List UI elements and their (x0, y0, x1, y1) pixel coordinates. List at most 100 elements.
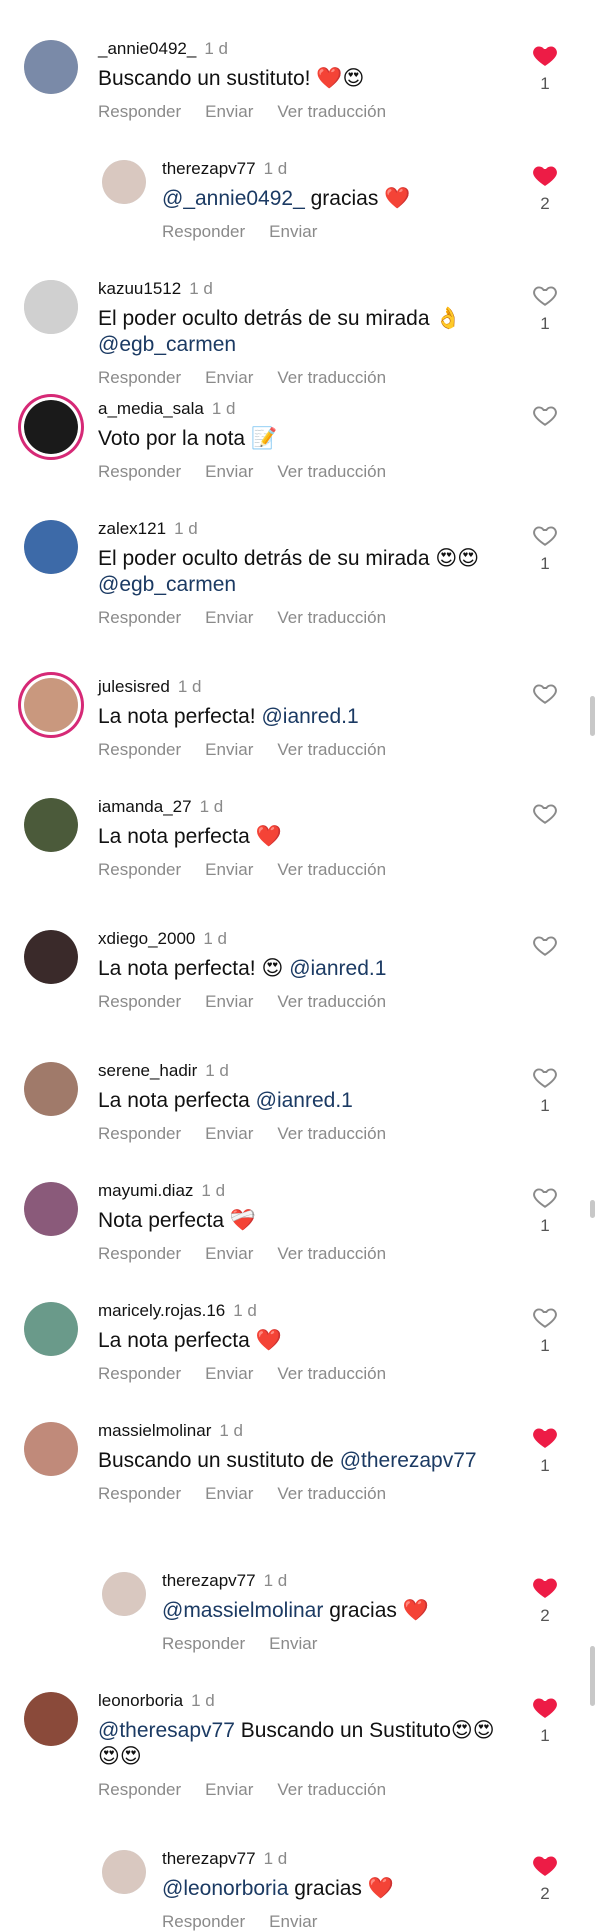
translate-button[interactable]: Ver traducción (277, 1124, 386, 1143)
reply-button[interactable]: Responder (98, 1484, 181, 1503)
send-button[interactable]: Enviar (205, 368, 253, 387)
avatar[interactable] (24, 400, 78, 454)
username[interactable]: maricely.rojas.16 (98, 1301, 225, 1320)
like-button[interactable] (527, 680, 563, 706)
username[interactable]: therezapv77 (162, 159, 256, 178)
mention-link[interactable]: @theresapv77 (98, 1719, 235, 1742)
mention-link[interactable]: @ianred.1 (289, 957, 386, 980)
send-button[interactable]: Enviar (205, 1364, 253, 1383)
mention-link[interactable]: @massielmolinar (162, 1599, 323, 1622)
translate-button[interactable]: Ver traducción (277, 1484, 386, 1503)
mention-link[interactable]: @ianred.1 (261, 705, 358, 728)
reply-button[interactable]: Responder (98, 740, 181, 759)
avatar[interactable] (24, 1302, 78, 1356)
reply-button[interactable]: Responder (162, 1912, 245, 1931)
send-button[interactable]: Enviar (205, 1780, 253, 1799)
avatar[interactable] (24, 798, 78, 852)
like-button[interactable] (527, 800, 563, 826)
like-button[interactable]: 2 (527, 1852, 563, 1904)
username[interactable]: massielmolinar (98, 1421, 211, 1440)
avatar[interactable] (24, 280, 78, 334)
reply-button[interactable]: Responder (98, 1780, 181, 1799)
avatar[interactable] (102, 1850, 146, 1894)
username[interactable]: leonorboria (98, 1691, 183, 1710)
mention-link[interactable]: @_annie0492_ (162, 187, 305, 210)
mention-link[interactable]: @leonorboria (162, 1877, 288, 1900)
avatar[interactable] (102, 1572, 146, 1616)
scroll-indicator[interactable] (590, 1646, 595, 1706)
username[interactable]: xdiego_2000 (98, 929, 195, 948)
like-button[interactable]: 1 (527, 1694, 563, 1746)
username[interactable]: therezapv77 (162, 1849, 256, 1868)
like-button[interactable] (527, 402, 563, 428)
mention-link[interactable]: @egb_carmen (98, 573, 236, 596)
reply-button[interactable]: Responder (98, 860, 181, 879)
send-button[interactable]: Enviar (205, 740, 253, 759)
mention-link[interactable]: @therezapv77 (340, 1449, 477, 1472)
send-button[interactable]: Enviar (269, 222, 317, 241)
reply-button[interactable]: Responder (98, 1124, 181, 1143)
username[interactable]: _annie0492_ (98, 39, 196, 58)
username[interactable]: iamanda_27 (98, 797, 192, 816)
like-button[interactable]: 1 (527, 1064, 563, 1116)
translate-button[interactable]: Ver traducción (277, 368, 386, 387)
avatar[interactable] (102, 160, 146, 204)
send-button[interactable]: Enviar (205, 1484, 253, 1503)
avatar[interactable] (24, 1422, 78, 1476)
mention-link[interactable]: @egb_carmen (98, 333, 236, 356)
reply-button[interactable]: Responder (98, 368, 181, 387)
avatar[interactable] (24, 40, 78, 94)
like-button[interactable]: 1 (527, 42, 563, 94)
username[interactable]: mayumi.diaz (98, 1181, 193, 1200)
translate-button[interactable]: Ver traducción (277, 608, 386, 627)
send-button[interactable]: Enviar (205, 462, 253, 481)
reply-button[interactable]: Responder (98, 462, 181, 481)
send-button[interactable]: Enviar (205, 608, 253, 627)
avatar[interactable] (24, 1692, 78, 1746)
like-button[interactable]: 2 (527, 1574, 563, 1626)
reply-button[interactable]: Responder (98, 1244, 181, 1263)
send-button[interactable]: Enviar (205, 992, 253, 1011)
scroll-indicator[interactable] (590, 696, 595, 736)
like-button[interactable]: 1 (527, 1304, 563, 1356)
username[interactable]: therezapv77 (162, 1571, 256, 1590)
username[interactable]: a_media_sala (98, 399, 204, 418)
reply-button[interactable]: Responder (98, 102, 181, 121)
reply-button[interactable]: Responder (98, 992, 181, 1011)
like-button[interactable]: 1 (527, 1184, 563, 1236)
translate-button[interactable]: Ver traducción (277, 1244, 386, 1263)
translate-button[interactable]: Ver traducción (277, 102, 386, 121)
translate-button[interactable]: Ver traducción (277, 860, 386, 879)
mention-link[interactable]: @ianred.1 (256, 1089, 353, 1112)
reply-button[interactable]: Responder (98, 608, 181, 627)
translate-button[interactable]: Ver traducción (277, 1780, 386, 1799)
send-button[interactable]: Enviar (269, 1912, 317, 1931)
send-button[interactable]: Enviar (205, 102, 253, 121)
avatar[interactable] (24, 520, 78, 574)
like-button[interactable]: 2 (527, 162, 563, 214)
like-button[interactable] (527, 932, 563, 958)
like-button[interactable]: 1 (527, 522, 563, 574)
reply-button[interactable]: Responder (162, 1634, 245, 1653)
username[interactable]: zalex121 (98, 519, 166, 538)
translate-button[interactable]: Ver traducción (277, 1364, 386, 1383)
avatar[interactable] (24, 1182, 78, 1236)
avatar[interactable] (24, 1062, 78, 1116)
like-button[interactable]: 1 (527, 282, 563, 334)
send-button[interactable]: Enviar (269, 1634, 317, 1653)
translate-button[interactable]: Ver traducción (277, 462, 386, 481)
username[interactable]: julesisred (98, 677, 170, 696)
username[interactable]: serene_hadir (98, 1061, 197, 1080)
reply-button[interactable]: Responder (162, 222, 245, 241)
send-button[interactable]: Enviar (205, 860, 253, 879)
username[interactable]: kazuu1512 (98, 279, 181, 298)
send-button[interactable]: Enviar (205, 1124, 253, 1143)
send-button[interactable]: Enviar (205, 1244, 253, 1263)
translate-button[interactable]: Ver traducción (277, 992, 386, 1011)
translate-button[interactable]: Ver traducción (277, 740, 386, 759)
like-button[interactable]: 1 (527, 1424, 563, 1476)
avatar[interactable] (24, 930, 78, 984)
scroll-indicator[interactable] (590, 1200, 595, 1218)
avatar[interactable] (24, 678, 78, 732)
reply-button[interactable]: Responder (98, 1364, 181, 1383)
